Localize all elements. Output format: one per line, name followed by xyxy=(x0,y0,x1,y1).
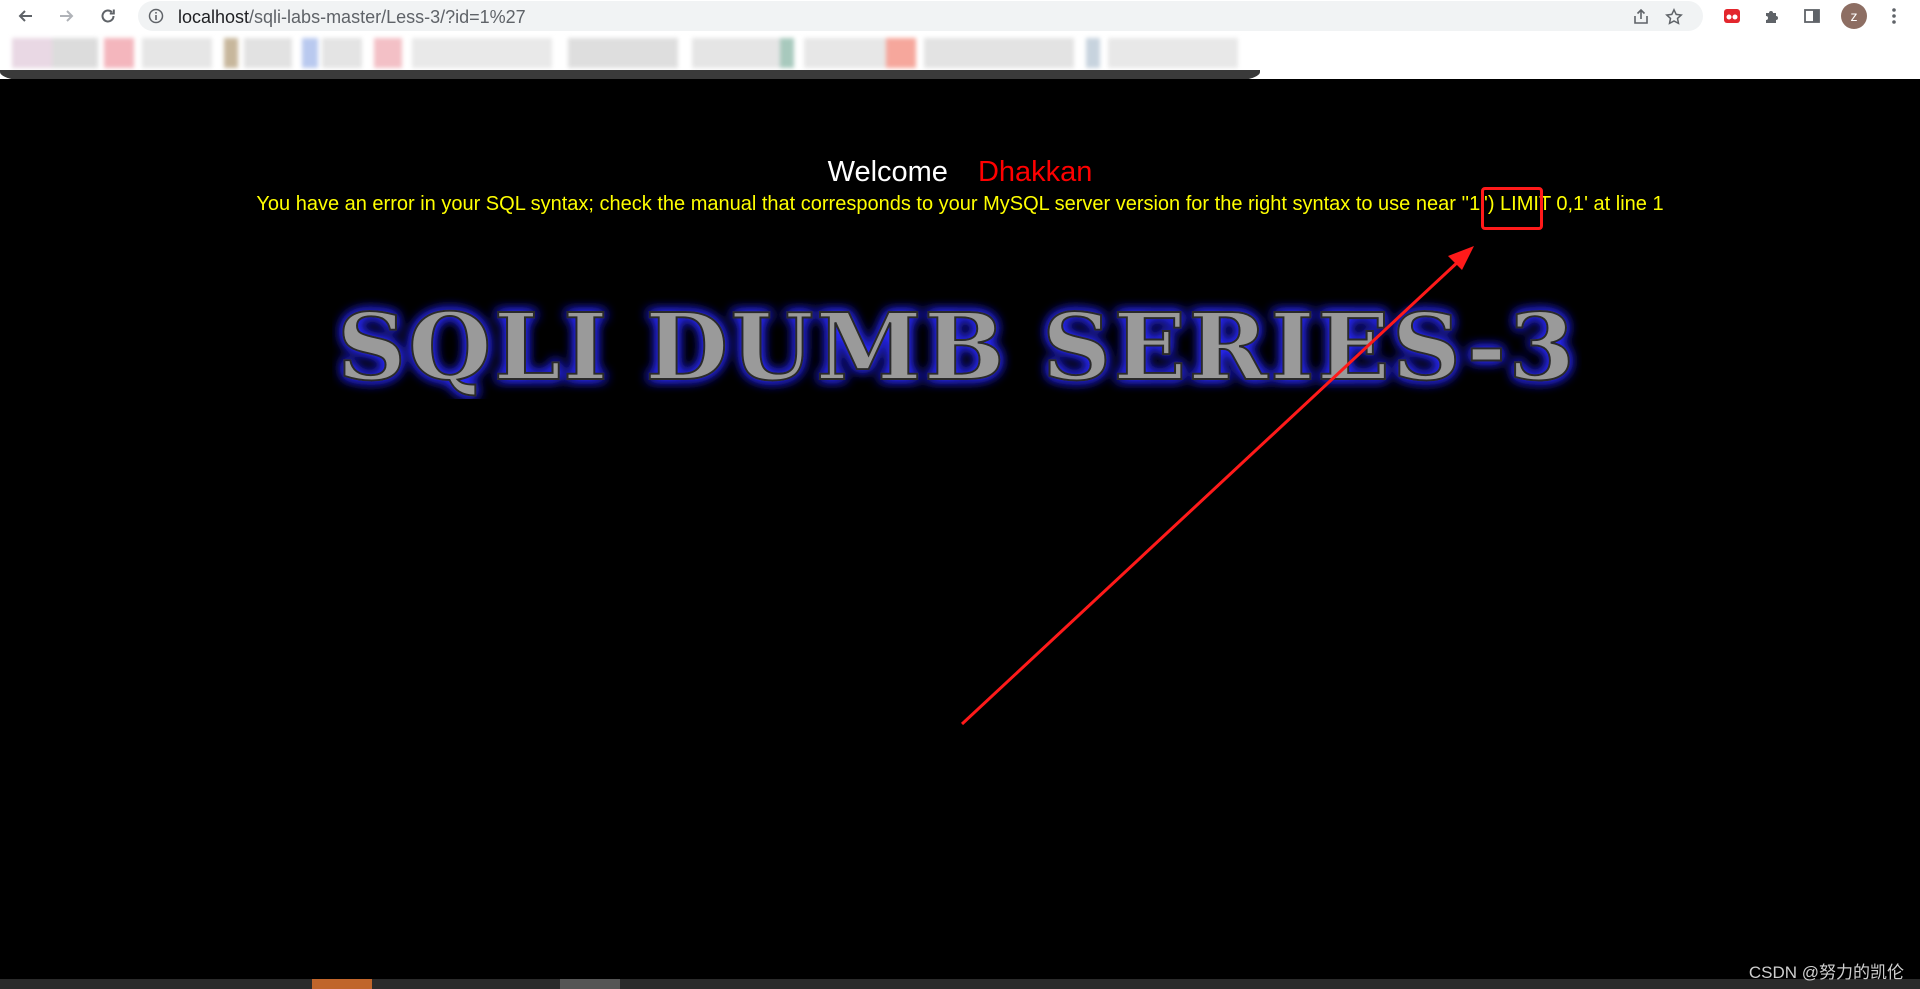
arrow-left-icon[interactable] xyxy=(14,4,38,28)
extension-icon[interactable] xyxy=(1720,4,1744,28)
url-path: /sqli-labs-master/Less-3/?id=1%27 xyxy=(249,7,526,27)
taskbar-item[interactable] xyxy=(312,979,372,989)
watermark: CSDN @努力的凯伦 xyxy=(1748,963,1904,982)
highlight-box xyxy=(1481,187,1543,230)
kebab-menu-icon[interactable] xyxy=(1882,4,1906,28)
sql-error-message: You have an error in your SQL syntax; ch… xyxy=(256,193,1664,215)
taskbar-item[interactable] xyxy=(560,979,620,989)
taskbar xyxy=(0,979,1920,989)
side-panel-icon[interactable] xyxy=(1800,4,1824,28)
info-icon[interactable] xyxy=(148,8,164,24)
page-content: Welcome Dhakkan You have an error in your… xyxy=(0,79,1920,979)
star-icon[interactable] xyxy=(1662,5,1686,29)
browser-toolbar: localhost/sqli-labs-master/Less-3/?id=1%… xyxy=(0,0,1920,32)
welcome-label: Welcome xyxy=(827,156,948,188)
address-bar[interactable]: localhost/sqli-labs-master/Less-3/?id=1%… xyxy=(138,1,1703,31)
url-text[interactable]: localhost/sqli-labs-master/Less-3/?id=1%… xyxy=(178,7,526,28)
share-icon[interactable] xyxy=(1629,5,1653,29)
avatar[interactable]: z xyxy=(1841,3,1867,29)
arrow-right-icon[interactable] xyxy=(54,4,78,28)
reload-icon[interactable] xyxy=(96,4,120,28)
url-host: localhost xyxy=(178,7,250,27)
puzzle-icon[interactable] xyxy=(1760,4,1784,28)
banner-title: SQLI DUMB SERIES-3 xyxy=(337,293,1577,399)
welcome-line: Welcome Dhakkan xyxy=(0,156,1920,189)
banner-title-graphic: SQLI DUMB SERIES-3 xyxy=(336,292,1577,399)
blurred-bookmarks xyxy=(12,38,1252,68)
username-label: Dhakkan xyxy=(977,156,1093,188)
